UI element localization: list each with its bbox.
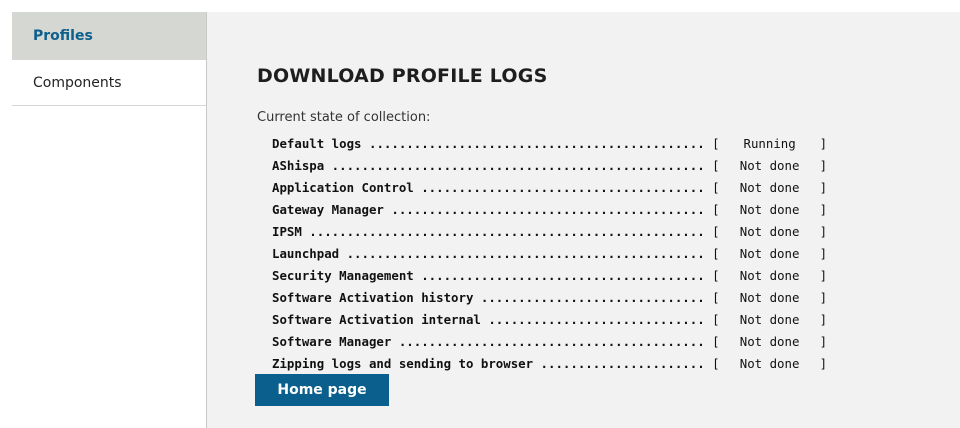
log-leader-dots: ........................................…: [383, 202, 705, 217]
page-title: DOWNLOAD PROFILE LOGS: [257, 65, 548, 87]
log-leader-dots: ........................................…: [339, 246, 705, 261]
log-status-list: Default logs ...........................…: [272, 133, 849, 375]
log-status: Not done: [739, 158, 800, 173]
log-status: Not done: [739, 202, 800, 217]
log-leader-dots: ........................................…: [301, 224, 705, 239]
log-status: Not done: [739, 246, 800, 261]
log-status: Not done: [739, 268, 800, 283]
sidebar-item-label: Profiles: [33, 28, 93, 44]
sidebar-item-components[interactable]: Components: [12, 60, 206, 106]
log-row-ashispa: AShispa ................................…: [272, 155, 849, 177]
log-name: AShispa: [272, 158, 325, 173]
log-status: Not done: [739, 334, 800, 349]
log-status: Running: [743, 136, 796, 151]
home-page-button[interactable]: Home page: [255, 374, 389, 406]
log-leader-dots: ........................................…: [324, 158, 705, 173]
log-name: IPSM: [272, 224, 302, 239]
log-row-application-control: Application Control ....................…: [272, 177, 849, 199]
log-leader-dots: ......................: [533, 356, 705, 371]
sidebar-item-label: Components: [33, 75, 122, 91]
log-leader-dots: ......................................: [413, 180, 705, 195]
log-leader-dots: ........................................…: [391, 334, 705, 349]
log-name: Software Activation history: [272, 290, 474, 305]
log-name: Default logs: [272, 136, 362, 151]
log-name: Launchpad: [272, 246, 340, 261]
log-row-software-manager: Software Manager .......................…: [272, 331, 849, 353]
log-status: Not done: [739, 290, 800, 305]
log-name: Software Activation internal: [272, 312, 481, 327]
log-row-zipping-logs: Zipping logs and sending to browser ....…: [272, 353, 849, 375]
log-row-default-logs: Default logs ...........................…: [272, 133, 849, 155]
log-name: Zipping logs and sending to browser: [272, 356, 534, 371]
sidebar: Profiles Components: [12, 12, 207, 428]
log-status: Not done: [739, 180, 800, 195]
log-name: Application Control: [272, 180, 414, 195]
log-row-software-activation-internal: Software Activation internal ...........…: [272, 309, 849, 331]
log-status: Not done: [739, 224, 800, 239]
main-panel: DOWNLOAD PROFILE LOGS Current state of c…: [207, 12, 960, 428]
log-leader-dots: ..............................: [473, 290, 705, 305]
log-status: Not done: [739, 356, 800, 371]
log-leader-dots: ........................................…: [361, 136, 705, 151]
log-row-ipsm: IPSM ...................................…: [272, 221, 849, 243]
log-leader-dots: ......................................: [413, 268, 705, 283]
log-name: Gateway Manager: [272, 202, 384, 217]
log-row-launchpad: Launchpad ..............................…: [272, 243, 849, 265]
log-row-software-activation-history: Software Activation history ............…: [272, 287, 849, 309]
top-strip: [0, 0, 960, 12]
collection-state-label: Current state of collection:: [257, 110, 431, 125]
sidebar-item-profiles[interactable]: Profiles: [12, 12, 206, 60]
log-name: Software Manager: [272, 334, 392, 349]
log-row-security-management: Security Management ....................…: [272, 265, 849, 287]
log-row-gateway-manager: Gateway Manager ........................…: [272, 199, 849, 221]
log-name: Security Management: [272, 268, 414, 283]
log-status: Not done: [739, 312, 800, 327]
log-leader-dots: .............................: [480, 312, 705, 327]
